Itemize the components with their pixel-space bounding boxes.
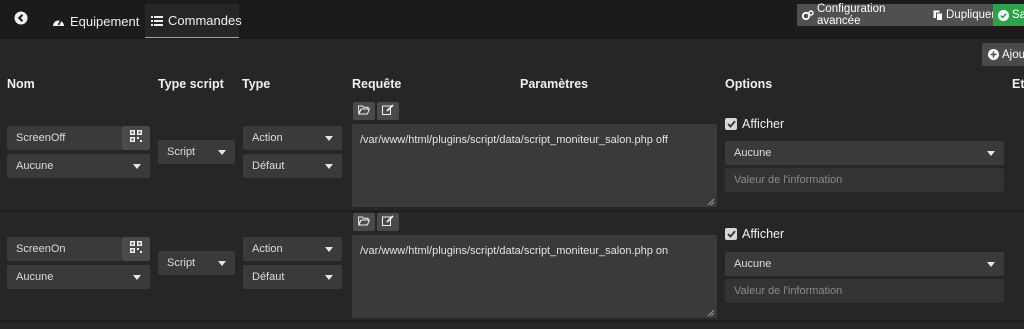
top-bar: Equipement Commandes Configuration avanc… <box>0 0 1024 39</box>
edit-script-button[interactable] <box>377 102 399 120</box>
duplicate-label: Dupliquer <box>946 9 996 21</box>
generic-type-select[interactable]: Aucune <box>7 154 150 178</box>
type-script-select[interactable]: Script <box>158 251 235 275</box>
tab-commandes[interactable]: Commandes <box>145 4 242 38</box>
afficher-checkbox[interactable] <box>725 228 737 240</box>
list-icon <box>151 15 163 26</box>
qrcode-icon <box>130 129 142 147</box>
header-parametres: Paramètres <box>520 77 589 91</box>
save-label: Sa <box>1012 9 1024 21</box>
command-name-input[interactable]: ScreenOn <box>7 237 122 261</box>
tab-equipement-label: Equipement <box>70 13 140 29</box>
header-type-script: Type script <box>158 77 224 91</box>
afficher-checkbox[interactable] <box>725 118 737 130</box>
qrcode-icon <box>130 240 142 258</box>
folder-open-icon <box>357 213 371 231</box>
add-command-button[interactable]: Ajout <box>982 43 1024 66</box>
cogs-icon <box>802 9 814 21</box>
commands-page: Equipement Commandes Configuration avanc… <box>0 0 1024 329</box>
tachometer-icon <box>52 16 65 27</box>
tab-commandes-label: Commandes <box>168 13 242 28</box>
request-text: /var/www/html/plugins/script/data/script… <box>360 134 668 146</box>
generic-type-select[interactable]: Aucune <box>7 265 150 289</box>
check-circle-icon <box>998 9 1009 21</box>
advanced-config-label: Configuration avancée <box>817 3 886 27</box>
back-button[interactable] <box>6 5 36 35</box>
afficher-checkbox-row[interactable]: Afficher <box>725 117 784 131</box>
request-textarea[interactable]: /var/www/html/plugins/script/data/script… <box>352 124 717 207</box>
edit-icon <box>382 102 394 120</box>
row-divider <box>0 210 1024 212</box>
add-command-label: Ajout <box>1002 48 1024 61</box>
duplicate-button[interactable]: Dupliquer <box>928 4 996 26</box>
info-select[interactable]: Aucune <box>725 141 1004 165</box>
info-value-input[interactable]: Valeur de l'information <box>725 168 1004 192</box>
type-select[interactable]: Action <box>243 126 342 150</box>
request-text: /var/www/html/plugins/script/data/script… <box>360 245 669 257</box>
header-nom: Nom <box>7 77 35 91</box>
edit-script-button[interactable] <box>377 213 399 231</box>
type-select[interactable]: Action <box>243 237 342 261</box>
info-select[interactable]: Aucune <box>725 252 1004 276</box>
arrow-left-circle-icon <box>14 11 28 30</box>
afficher-label: Afficher <box>742 227 785 241</box>
resize-grip-icon[interactable] <box>707 308 715 317</box>
afficher-checkbox-row[interactable]: Afficher <box>725 227 784 241</box>
afficher-label: Afficher <box>742 117 785 131</box>
browse-file-button[interactable] <box>353 213 375 231</box>
subtype-select[interactable]: Défaut <box>243 154 342 178</box>
header-options: Options <box>725 77 773 91</box>
edit-icon <box>382 213 394 231</box>
subtype-select[interactable]: Défaut <box>243 265 342 289</box>
generic-type-button[interactable] <box>122 126 150 150</box>
header-etat: Et <box>1012 77 1024 91</box>
request-textarea[interactable]: /var/www/html/plugins/script/data/script… <box>352 235 717 318</box>
tab-equipement[interactable]: Equipement <box>46 4 145 38</box>
folder-open-icon <box>357 102 371 120</box>
type-script-select[interactable]: Script <box>158 140 235 164</box>
row-divider <box>0 320 1024 322</box>
generic-type-button[interactable] <box>122 237 150 261</box>
browse-file-button[interactable] <box>353 102 375 120</box>
command-name-input[interactable]: ScreenOff <box>7 126 122 150</box>
header-requete: Requête <box>352 77 402 91</box>
header-type: Type <box>242 77 271 91</box>
save-button[interactable]: Sa <box>993 4 1024 26</box>
plus-circle-icon <box>988 49 999 60</box>
copy-icon <box>933 10 943 21</box>
info-value-input[interactable]: Valeur de l'information <box>725 279 1004 303</box>
advanced-config-button[interactable]: Configuration avancée <box>797 3 928 27</box>
resize-grip-icon[interactable] <box>707 197 715 206</box>
